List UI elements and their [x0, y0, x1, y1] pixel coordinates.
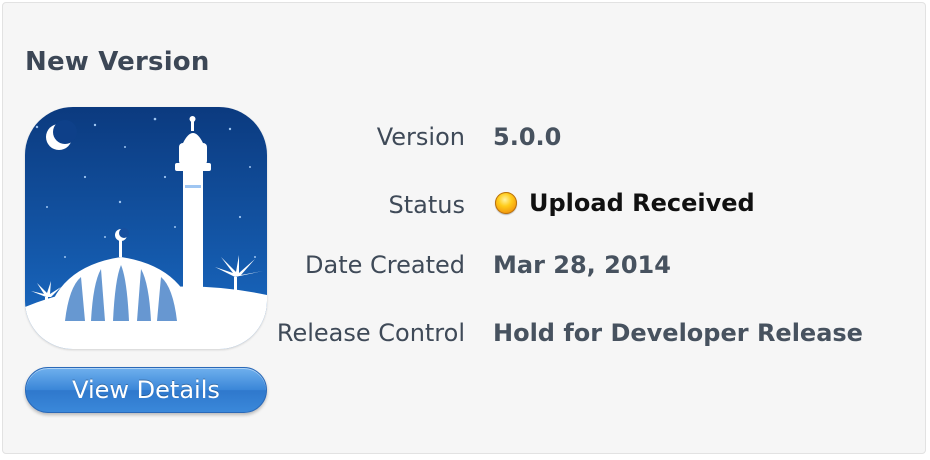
status-label: Status — [388, 191, 465, 219]
date-created-label: Date Created — [305, 251, 465, 279]
new-version-panel: New Version View Details Version 5.0.0 S… — [2, 2, 926, 454]
panel-title: New Version — [25, 47, 210, 77]
app-icon — [25, 107, 267, 349]
mosque-icon — [25, 107, 267, 349]
view-details-button[interactable]: View Details — [25, 367, 267, 413]
release-control-value: Hold for Developer Release — [493, 319, 863, 347]
version-label: Version — [376, 123, 465, 151]
status-value: Upload Received — [495, 189, 755, 217]
status-dot-icon — [495, 192, 517, 214]
status-text: Upload Received — [529, 189, 755, 217]
version-value: 5.0.0 — [493, 123, 562, 151]
release-control-label: Release Control — [276, 319, 465, 347]
date-created-value: Mar 28, 2014 — [493, 251, 671, 279]
